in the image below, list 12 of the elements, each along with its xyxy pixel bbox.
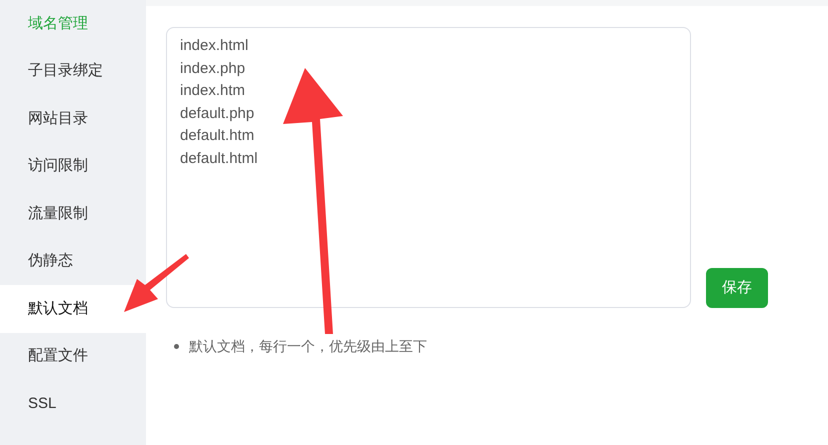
hint-text: 默认文档，每行一个，优先级由上至下	[189, 337, 427, 356]
sidebar-item[interactable]: 子目录绑定	[0, 48, 146, 95]
sidebar-item[interactable]: 网站目录	[0, 95, 146, 142]
default-documents-textarea[interactable]: index.html index.php index.htm default.php default.htm default.html	[166, 27, 691, 308]
sidebar-item[interactable]: 流量限制	[0, 190, 146, 238]
sidebar-item[interactable]: SSL	[0, 380, 146, 428]
sidebar-item[interactable]: 配置文件	[0, 332, 146, 380]
sidebar-item[interactable]: 伪静态	[0, 238, 146, 285]
arrow-annotation	[124, 254, 189, 312]
sidebar-item[interactable]: 访问限制	[0, 142, 146, 190]
bullet-icon	[174, 344, 179, 349]
sidebar-item[interactable]: 默认文档	[0, 285, 146, 332]
